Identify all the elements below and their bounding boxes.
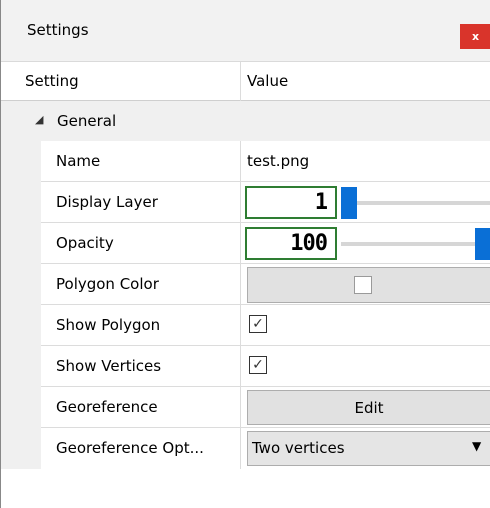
row-show-vertices: Show Vertices ✓: [1, 346, 490, 387]
row-polygon-color: Polygon Color: [1, 264, 490, 305]
show-vertices-label: Show Vertices: [56, 357, 162, 375]
group-general-label: General: [57, 112, 117, 130]
display-layer-slider-track[interactable]: [341, 201, 490, 205]
triangle-down-icon[interactable]: ◢: [35, 113, 43, 126]
header-divider[interactable]: [240, 62, 241, 101]
dropdown-selected-value: Two vertices: [252, 439, 345, 457]
georeference-label: Georeference: [56, 398, 158, 416]
row-gutter: [1, 387, 41, 428]
row-gutter: [1, 223, 41, 264]
settings-panel: Settings x Setting Value ◢ General Name …: [0, 0, 490, 508]
row-display-layer: Display Layer 1: [1, 182, 490, 223]
georeference-options-dropdown[interactable]: Two vertices ▼: [247, 431, 490, 466]
column-divider: [240, 141, 241, 182]
column-divider: [240, 305, 241, 346]
edit-button-label: Edit: [354, 398, 384, 417]
row-gutter: [1, 264, 41, 305]
chevron-down-icon[interactable]: ▼: [472, 439, 481, 453]
row-show-polygon: Show Polygon ✓: [1, 305, 490, 346]
column-divider: [240, 223, 241, 264]
display-layer-label: Display Layer: [56, 193, 158, 211]
opacity-label: Opacity: [56, 234, 114, 252]
window-title: Settings: [27, 21, 89, 39]
georeference-edit-button[interactable]: Edit: [247, 390, 490, 425]
column-divider: [240, 387, 241, 428]
column-divider: [240, 182, 241, 223]
row-gutter: [1, 346, 41, 387]
row-georeference: Georeference Edit: [1, 387, 490, 428]
row-gutter: [1, 182, 41, 223]
name-label: Name: [56, 152, 101, 170]
setting-column-header: Setting: [25, 72, 79, 90]
row-georeference-options: Georeference Opt... Two vertices ▼: [1, 428, 490, 469]
group-general[interactable]: ◢ General: [1, 101, 490, 141]
column-divider: [240, 428, 241, 469]
show-vertices-checkbox[interactable]: ✓: [249, 356, 267, 374]
show-polygon-label: Show Polygon: [56, 316, 161, 334]
row-gutter: [1, 141, 41, 182]
opacity-lcd: 100: [245, 227, 337, 260]
row-gutter: [1, 305, 41, 346]
table-header: Setting Value: [1, 62, 490, 101]
opacity-slider-track[interactable]: [341, 242, 490, 246]
name-value[interactable]: test.png: [247, 152, 309, 170]
value-column-header: Value: [247, 72, 289, 90]
color-swatch: [354, 276, 372, 294]
georeference-options-label: Georeference Opt...: [56, 439, 204, 457]
row-opacity: Opacity 100: [1, 223, 490, 264]
display-layer-lcd: 1: [245, 186, 337, 219]
title-bar: Settings x: [1, 0, 490, 62]
close-icon: x: [471, 30, 480, 43]
row-gutter: [1, 428, 41, 469]
close-button[interactable]: x: [460, 24, 490, 49]
polygon-color-button[interactable]: [247, 267, 490, 303]
show-polygon-checkbox[interactable]: ✓: [249, 315, 267, 333]
opacity-slider-thumb[interactable]: [475, 228, 490, 260]
polygon-color-label: Polygon Color: [56, 275, 159, 293]
display-layer-slider-thumb[interactable]: [341, 187, 357, 219]
row-name: Name test.png: [1, 141, 490, 182]
column-divider: [240, 264, 241, 305]
column-divider: [240, 346, 241, 387]
